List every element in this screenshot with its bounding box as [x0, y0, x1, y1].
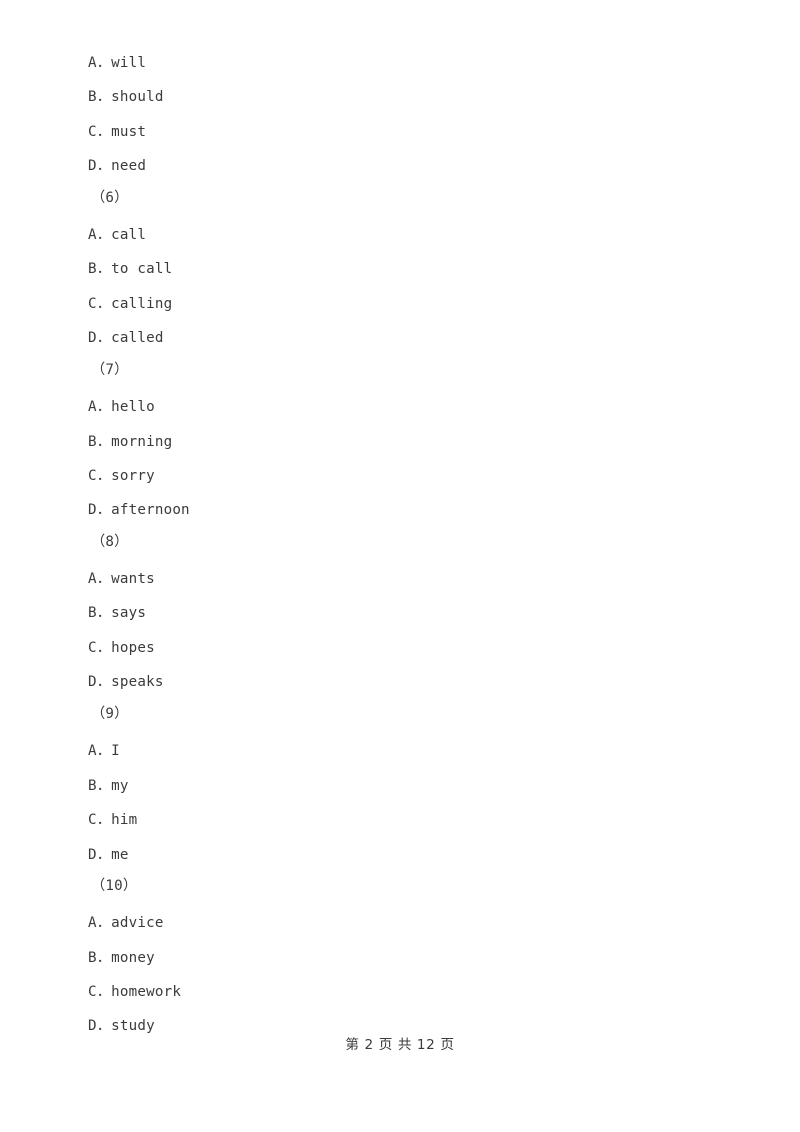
question-number: （6）	[91, 190, 129, 206]
answer-option: B．morning	[88, 434, 173, 450]
answer-option: C．homework	[88, 984, 182, 1000]
answer-option: A．will	[88, 55, 147, 71]
answer-option: D．afternoon	[88, 502, 190, 518]
question-number: （9）	[91, 706, 129, 722]
answer-option: A．advice	[88, 915, 164, 931]
answer-option: A．call	[88, 227, 147, 243]
answer-option: D．need	[88, 158, 147, 174]
answer-option: C．calling	[88, 296, 173, 312]
answer-option: B．money	[88, 950, 155, 966]
page-footer: 第 2 页 共 12 页	[345, 1037, 455, 1053]
answer-option: A．hello	[88, 399, 155, 415]
answer-option: B．my	[88, 778, 129, 794]
answer-option: D．called	[88, 330, 164, 346]
answer-option: A．I	[88, 743, 120, 759]
answer-option: B．should	[88, 89, 164, 105]
document-page: A．will B．should C．must D．need （6） A．call B．to …	[0, 0, 800, 1132]
answer-option: B．says	[88, 605, 147, 621]
question-number: （7）	[91, 362, 129, 378]
answer-option: D．speaks	[88, 674, 164, 690]
answer-option: A．wants	[88, 571, 155, 587]
answer-option: C．must	[88, 124, 147, 140]
answer-option: C．hopes	[88, 640, 155, 656]
answer-option: D．me	[88, 847, 129, 863]
answer-option: C．him	[88, 812, 138, 828]
question-number: （8）	[91, 534, 129, 550]
answer-option: B．to call	[88, 261, 173, 277]
question-number: （10）	[91, 878, 138, 894]
answer-option: C．sorry	[88, 468, 155, 484]
